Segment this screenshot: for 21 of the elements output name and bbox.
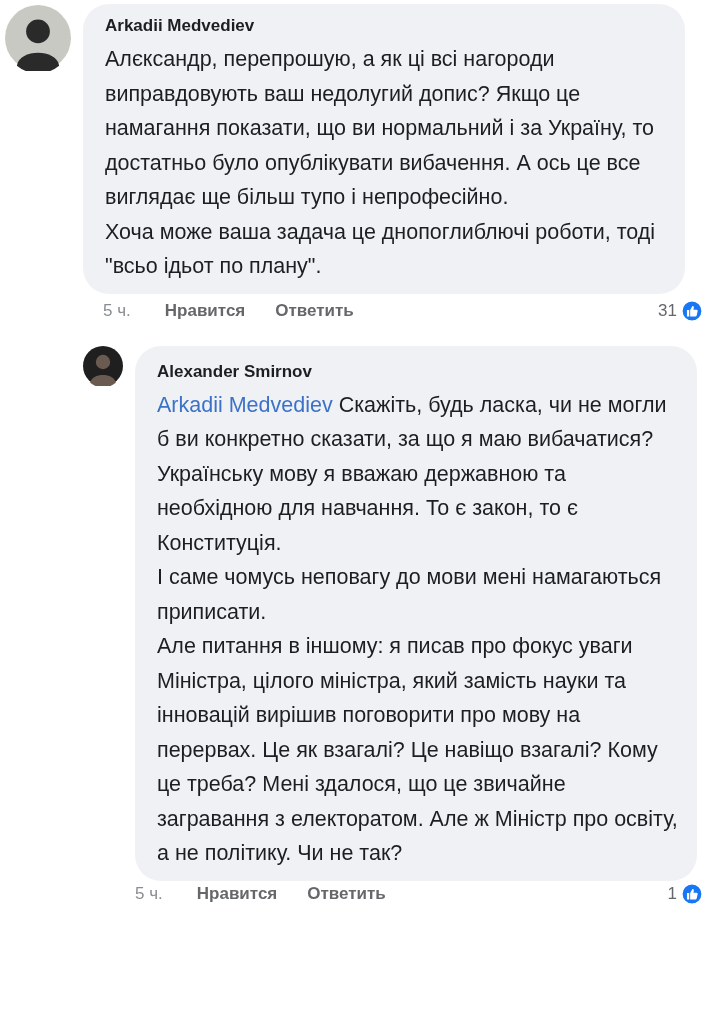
comment-text: Arkadii Medvediev Скажіть, будь ласка, чи не могли б ви конкретно сказати, за що я маю вибачатися? [157,391,668,453]
mention-link[interactable]: Arkadii Medvediev [157,392,333,417]
author-name[interactable]: Alexander Smirnov [157,361,679,382]
action-link[interactable]: Нравится [164,300,246,321]
comment-text: Але питання в іншому: я писав про фокус уваги Міністра, цілого міністра, який замість науки та інновацій вирішив поговорити про мову на перервах. Це як взагалі? Це навіщо взагалі? Кому це треба? Мені здалося, що це звичайне загравання з електоратом. Але ж Міністр про освіту, а не політику. Чи не так? [157,633,679,867]
thumbs-up-icon [681,299,703,322]
comment-text: Хоча може ваша задача це днопоглиблючі роботи, тоді "всьо ідьот по плану". [105,218,657,280]
comment-text: Алєксандр, перепрошую, а як ці всі нагороди виправдовують ваш недолугий допис? Якщо це намагання показати, що ви нормальний і за Україну, то достатньо було опублікувати вибачення. А ось це все виглядає ще більш тупо і непрофесійно. [105,46,656,211]
thumbs-up-icon [681,882,703,905]
like-count: 31 [658,300,677,321]
like-count: 1 [667,883,677,904]
comment-text: Українську мову я вважаю державною та необхідною для навчання. То є закон, то є Конституція. [157,460,579,557]
timestamp: 5 ч. [103,300,131,321]
avatar-icon[interactable] [83,345,123,386]
avatar-icon[interactable] [5,5,71,71]
comment-text: І саме чомусь неповагу до мови мені намагаються приписати. [157,564,663,626]
action-link[interactable]: Ответить [307,883,386,904]
author-name[interactable]: Arkadii Medvediev [105,16,667,36]
action-link[interactable]: Ответить [275,300,354,321]
timestamp: 5 ч. [135,883,163,904]
action-link[interactable]: Нравится [196,883,278,904]
